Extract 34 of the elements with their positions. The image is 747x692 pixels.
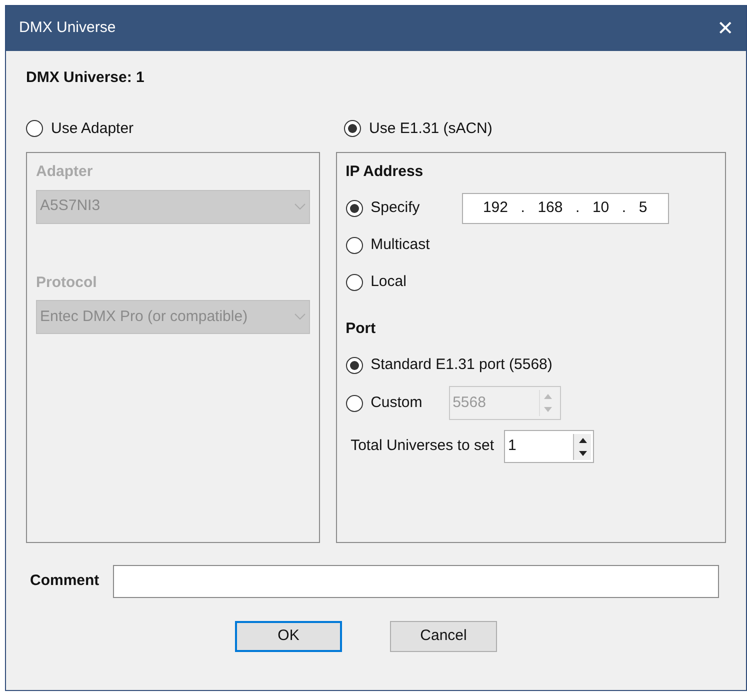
radio-button[interactable]	[346, 237, 363, 254]
field-label: Protocol	[36, 272, 98, 292]
dialog-button[interactable]: OK	[235, 621, 342, 652]
radio-label: Use Adapter	[51, 118, 134, 138]
radio-label: Standard E1.31 port (5568)	[370, 354, 552, 375]
radio-label: Specify	[370, 198, 421, 218]
ip-address-field[interactable]: 192 . 168 . 10 . 5	[462, 193, 669, 224]
window-title: DMX Universe	[19, 18, 116, 38]
universe-heading: DMX Universe: 1	[26, 68, 146, 88]
radio-label: Use E1.31 (sACN)	[369, 118, 492, 138]
radio-button[interactable]	[26, 120, 43, 138]
chevron-icon	[294, 202, 306, 210]
field-label: Total Universes to set	[350, 436, 494, 456]
radio-button[interactable]	[346, 274, 363, 291]
radio-button[interactable]	[344, 120, 361, 138]
comment-field[interactable]	[113, 565, 720, 598]
universes-spin-field[interactable]: 1	[504, 430, 594, 463]
dialog-button[interactable]: Cancel	[390, 621, 497, 652]
down-arrow-icon	[578, 450, 586, 456]
chevron-icon	[294, 313, 306, 321]
close-button[interactable]: ✕	[717, 18, 734, 38]
field-label: Adapter	[36, 162, 94, 182]
radio-label: Custom	[370, 392, 424, 413]
section-heading: IP Address	[346, 162, 424, 182]
up-arrow-icon	[544, 394, 552, 399]
up-arrow-icon	[578, 438, 586, 442]
radio-button[interactable]	[346, 356, 363, 374]
spin-buttons[interactable]	[573, 434, 591, 460]
radio-label: Local	[370, 272, 408, 292]
section-heading: Port	[346, 318, 377, 338]
comment-label: Comment	[30, 571, 100, 592]
radio-button[interactable]	[346, 200, 363, 217]
radio-label: Multicast	[370, 235, 431, 256]
down-arrow-icon	[544, 407, 552, 412]
